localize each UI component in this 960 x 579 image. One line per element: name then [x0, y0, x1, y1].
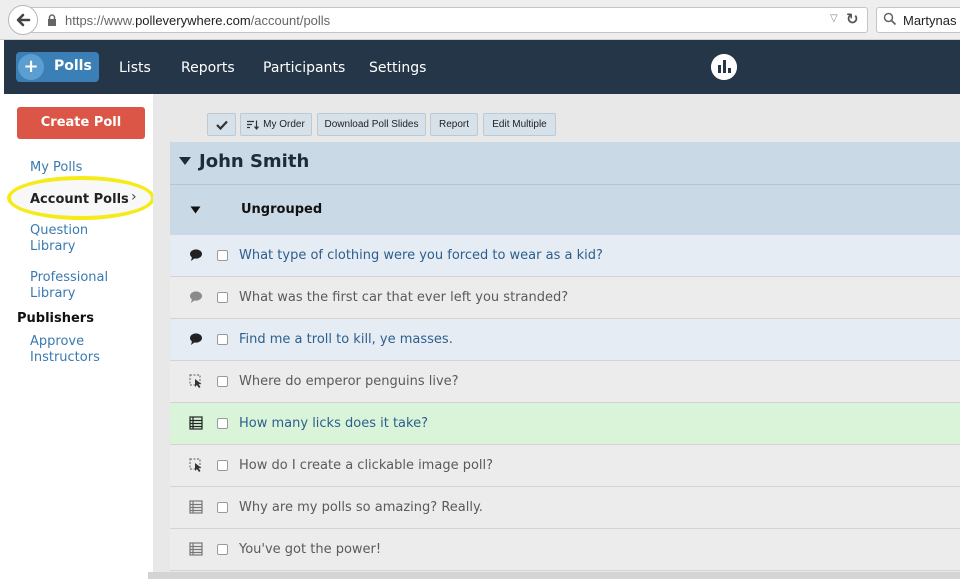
professional-library-line1: Professional	[30, 270, 109, 285]
sidebar-item-approve-instructors[interactable]: Approve Instructors	[30, 334, 100, 366]
caret-down-icon[interactable]	[190, 206, 201, 214]
poll-title[interactable]: You've got the power!	[239, 542, 381, 557]
checkmark-icon	[215, 120, 228, 130]
multiple-choice-icon	[189, 500, 203, 514]
poll-title[interactable]: How many licks does it take?	[239, 416, 428, 431]
lock-icon	[48, 14, 56, 26]
chevron-right-icon: ›	[131, 189, 137, 205]
poll-title[interactable]: Find me a troll to kill, ye masses.	[239, 332, 453, 347]
poll-checkbox[interactable]	[217, 460, 228, 471]
sidebar: Create Poll My Polls Account Polls › Que…	[4, 94, 155, 579]
polls-nav-label: Polls	[54, 58, 92, 74]
sort-icon	[247, 120, 260, 130]
edit-multiple-button[interactable]: Edit Multiple	[483, 113, 556, 136]
list-footer-edge	[148, 572, 960, 579]
poll-row[interactable]: What type of clothing were you forced to…	[170, 235, 960, 277]
comment-icon	[190, 249, 202, 261]
browser-toolbar: https://www.polleverywhere.com/account/p…	[0, 0, 960, 40]
poll-checkbox[interactable]	[217, 376, 228, 387]
multiple-choice-icon	[189, 416, 203, 430]
sidebar-item-account-polls[interactable]: Account Polls	[30, 192, 129, 207]
create-poll-button[interactable]: Create Poll	[17, 107, 145, 139]
group-title: John Smith	[199, 151, 310, 172]
poll-checkbox[interactable]	[217, 250, 228, 261]
poll-group-header[interactable]: John Smith	[170, 142, 960, 185]
poll-row[interactable]: Find me a troll to kill, ye masses.	[170, 319, 960, 361]
poll-checkbox[interactable]	[217, 334, 228, 345]
poll-title[interactable]: What was the first car that ever left yo…	[239, 290, 568, 305]
poll-row[interactable]: What was the first car that ever left yo…	[170, 277, 960, 319]
approve-instructors-line1: Approve	[30, 334, 85, 349]
address-bar[interactable]: https://www.polleverywhere.com/account/p…	[30, 7, 868, 33]
nav-reports[interactable]: Reports	[181, 60, 235, 76]
multiple-choice-icon	[189, 542, 203, 556]
poll-title[interactable]: What type of clothing were you forced to…	[239, 248, 603, 263]
plus-icon[interactable]: +	[18, 54, 44, 80]
poll-row[interactable]: Why are my polls so amazing? Really.	[170, 487, 960, 529]
app-navbar: + Polls Lists Reports Participants Setti…	[4, 40, 960, 94]
poll-title[interactable]: Where do emperor penguins live?	[239, 374, 459, 389]
clickable-image-icon	[189, 458, 202, 472]
sidebar-item-professional-library[interactable]: Professional Library	[30, 270, 108, 302]
approve-instructors-line2: Instructors	[30, 350, 100, 365]
subgroup-title: Ungrouped	[241, 202, 323, 217]
publishers-heading: Publishers	[17, 311, 94, 326]
sidebar-item-my-polls[interactable]: My Polls	[30, 160, 82, 176]
subgroup-header[interactable]: Ungrouped	[170, 185, 960, 235]
dropdown-arrow-icon[interactable]: ▽	[830, 13, 838, 24]
question-library-line2: Library	[30, 239, 76, 254]
url-domain: polleverywhere.com	[135, 13, 251, 28]
poll-row[interactable]: You've got the power!	[170, 529, 960, 571]
poll-title[interactable]: How do I create a clickable image poll?	[239, 458, 493, 473]
comment-icon	[190, 291, 202, 303]
download-slides-button[interactable]: Download Poll Slides	[317, 113, 426, 136]
professional-library-line2: Library	[30, 286, 76, 301]
poll-checkbox[interactable]	[217, 502, 228, 513]
sidebar-item-question-library[interactable]: Question Library	[30, 223, 88, 255]
nav-lists[interactable]: Lists	[119, 60, 151, 76]
poll-title[interactable]: Why are my polls so amazing? Really.	[239, 500, 483, 515]
back-button[interactable]	[8, 5, 38, 35]
select-all-button[interactable]	[207, 113, 236, 136]
poll-row[interactable]: How many licks does it take?	[170, 403, 960, 445]
caret-down-icon[interactable]	[178, 156, 192, 166]
nav-participants[interactable]: Participants	[263, 60, 345, 76]
logo-icon[interactable]	[711, 54, 737, 80]
search-field[interactable]: Martynas K	[876, 7, 960, 33]
poll-row[interactable]: Where do emperor penguins live?	[170, 361, 960, 403]
my-order-button[interactable]: My Order	[240, 113, 312, 136]
search-value: Martynas K	[903, 13, 960, 28]
comment-icon	[190, 333, 202, 345]
poll-checkbox[interactable]	[217, 544, 228, 555]
back-arrow-icon	[16, 13, 31, 27]
question-library-line1: Question	[30, 223, 89, 238]
poll-row[interactable]: How do I create a clickable image poll?	[170, 445, 960, 487]
poll-checkbox[interactable]	[217, 418, 228, 429]
url-path: /account/polls	[250, 13, 331, 28]
my-order-label: My Order	[263, 119, 305, 130]
reload-icon[interactable]: ↻	[846, 10, 859, 28]
poll-checkbox[interactable]	[217, 292, 228, 303]
url-prefix: https://www.	[65, 13, 136, 28]
clickable-image-icon	[189, 374, 202, 388]
url-text: https://www.polleverywhere.com/account/p…	[65, 13, 330, 28]
polls-nav-button[interactable]: + Polls	[16, 52, 99, 82]
report-button[interactable]: Report	[430, 113, 478, 136]
nav-settings[interactable]: Settings	[369, 60, 426, 76]
search-icon	[883, 12, 897, 26]
